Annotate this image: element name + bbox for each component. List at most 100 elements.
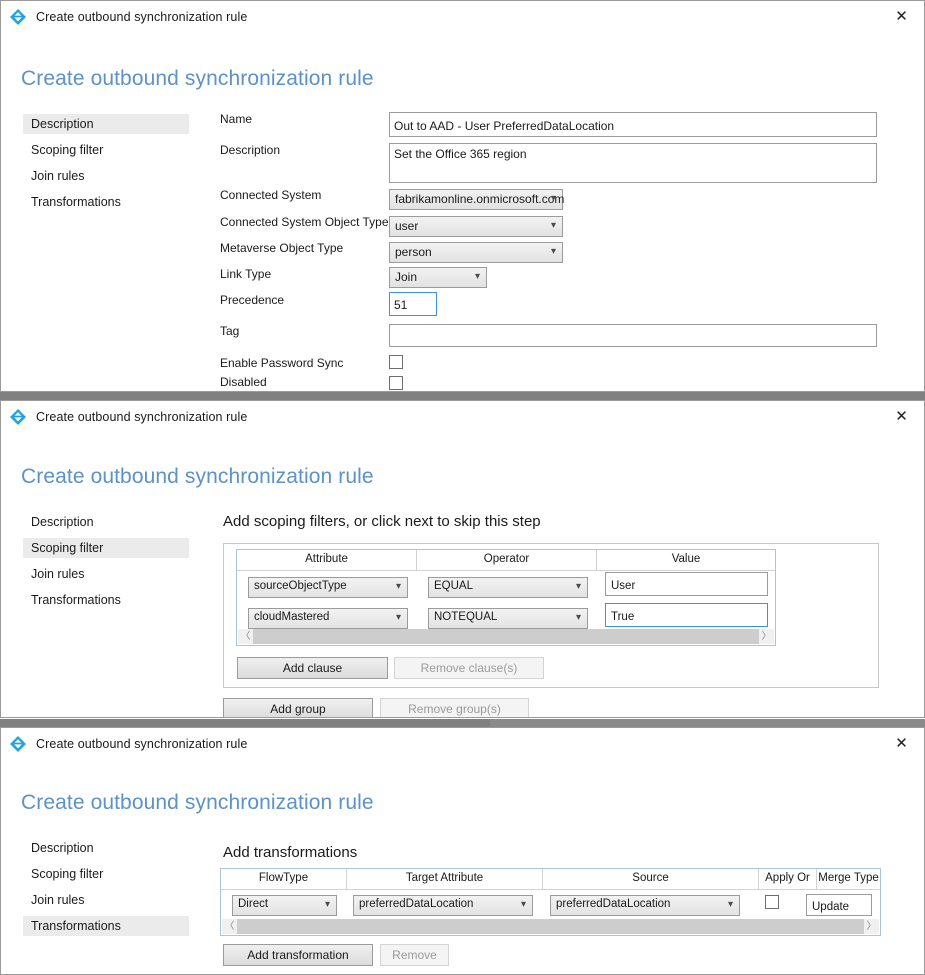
transformation-grid-hscrollbar[interactable]: 〈 〉 [222,919,879,934]
scoping-filter-heading: Add scoping filters, or click next to sk… [223,513,541,530]
tag-input[interactable] [389,324,877,347]
column-header-attribute: Attribute [237,550,417,570]
metaverse-object-type-select[interactable]: person ▾ [389,242,563,263]
label-disabled: Disabled [220,375,267,389]
remove-transformation-button[interactable]: Remove [380,944,449,966]
chevron-down-icon: ▾ [325,899,330,910]
scrollbar-thumb[interactable] [253,629,759,644]
scroll-left-icon[interactable]: 〈 [222,919,237,934]
description-textarea[interactable]: Set the Office 365 region [389,143,877,183]
target-attribute-value: preferredDataLocation [359,898,473,910]
clause-operator-select-1[interactable]: EQUAL ▾ [428,577,588,598]
add-group-button[interactable]: Add group [223,698,373,718]
connected-system-select[interactable]: fabrikamonline.onmicrosoft.com ▾ [389,189,563,210]
source-select[interactable]: preferredDataLocation ▾ [550,895,740,916]
window-separator-2-right [490,719,925,727]
window-transformations: Create outbound synchronization rule ✕ C… [0,727,925,975]
close-button[interactable]: ✕ [879,728,924,758]
clause-attribute-value-1: sourceObjectType [254,580,347,592]
connected-system-object-type-value: user [395,219,418,233]
label-name: Name [220,112,252,126]
sidebar-item-transformations[interactable]: Transformations [23,916,189,936]
sidebar-item-join-rules[interactable]: Join rules [23,890,189,910]
sidebar-item-description[interactable]: Description [23,838,189,858]
sidebar-item-scoping-filter[interactable]: Scoping filter [23,140,189,160]
add-group-label: Add group [270,702,325,716]
flowtype-select[interactable]: Direct ▾ [232,895,337,916]
enable-password-sync-checkbox[interactable] [389,355,403,369]
precedence-input[interactable] [389,292,437,316]
merge-type-input[interactable] [806,894,872,916]
sidebar-item-join-rules[interactable]: Join rules [23,564,189,584]
add-clause-button[interactable]: Add clause [237,657,388,679]
name-input[interactable] [389,112,877,137]
window-separator-1 [0,392,925,400]
label-tag: Tag [220,324,239,338]
label-precedence: Precedence [220,293,284,307]
close-button[interactable]: ✕ [879,401,924,431]
scoping-grid-header: Attribute Operator Value [237,550,775,571]
source-value: preferredDataLocation [556,898,670,910]
window-title: Create outbound synchronization rule [36,10,247,24]
scroll-left-icon[interactable]: 〈 [238,629,253,644]
clause-value-input-1[interactable] [605,572,768,596]
chevron-down-icon: ▾ [551,193,556,205]
window-title: Create outbound synchronization rule [36,737,247,751]
sidebar-item-scoping-filter[interactable]: Scoping filter [23,538,189,558]
transformations-heading: Add transformations [223,844,357,861]
titlebar-scoping-filter: Create outbound synchronization rule ✕ [1,401,924,433]
window-scoping-filter: Create outbound synchronization rule ✕ C… [0,400,925,718]
column-header-operator: Operator [417,550,597,570]
connected-system-value: fabrikamonline.onmicrosoft.com [395,192,564,206]
scroll-right-icon[interactable]: 〉 [759,629,774,644]
remove-group-button[interactable]: Remove group(s) [380,698,529,718]
close-button[interactable]: ✕ [879,1,924,31]
clause-operator-select-2[interactable]: NOTEQUAL ▾ [428,608,588,629]
page-title: Create outbound synchronization rule [21,67,374,91]
clause-attribute-value-2: cloudMastered [254,611,329,623]
clause-attribute-select-2[interactable]: cloudMastered ▾ [248,608,408,629]
add-transformation-button[interactable]: Add transformation [223,944,373,966]
sidebar-item-transformations[interactable]: Transformations [23,590,189,610]
chevron-down-icon: ▾ [728,899,733,910]
apply-or-checkbox[interactable] [765,895,779,909]
scoping-clause-grid: Attribute Operator Value sourceObjectTyp… [236,549,776,646]
titlebar-description: Create outbound synchronization rule ✕ [1,1,924,33]
scoping-grid-hscrollbar[interactable]: 〈 〉 [238,629,774,644]
chevron-down-icon: ▾ [551,220,556,232]
sidebar-item-description[interactable]: Description [23,114,189,134]
link-type-select[interactable]: Join ▾ [389,267,487,288]
chevron-down-icon: ▾ [576,612,581,623]
scrollbar-thumb[interactable] [237,919,864,934]
page-title: Create outbound synchronization rule [21,465,374,489]
sidebar-item-scoping-filter[interactable]: Scoping filter [23,864,189,884]
remove-clause-button[interactable]: Remove clause(s) [394,657,544,679]
wizard-nav: Description Scoping filter Join rules Tr… [23,512,189,616]
metaverse-object-type-value: person [395,245,432,259]
label-description: Description [220,143,280,157]
transformation-grid: FlowType Target Attribute Source Apply O… [220,868,881,936]
window-title: Create outbound synchronization rule [36,410,247,424]
chevron-down-icon: ▾ [396,612,401,623]
target-attribute-select[interactable]: preferredDataLocation ▾ [353,895,533,916]
clause-value-input-2[interactable] [605,603,768,627]
column-header-value: Value [597,550,775,570]
disabled-checkbox[interactable] [389,376,403,390]
screenshot-root: Create outbound synchronization rule ✕ C… [0,0,925,975]
scroll-right-icon[interactable]: 〉 [864,919,879,934]
chevron-down-icon: ▾ [576,581,581,592]
chevron-down-icon: ▾ [521,899,526,910]
clause-operator-value-1: EQUAL [434,580,473,592]
sidebar-item-transformations[interactable]: Transformations [23,192,189,212]
sidebar-item-join-rules[interactable]: Join rules [23,166,189,186]
connected-system-object-type-select[interactable]: user ▾ [389,216,563,237]
azure-ad-connect-diamond-icon [9,735,27,753]
clause-attribute-select-1[interactable]: sourceObjectType ▾ [248,577,408,598]
clause-operator-value-2: NOTEQUAL [434,611,497,623]
window-description: Create outbound synchronization rule ✕ C… [0,0,925,392]
column-header-source: Source [543,869,759,889]
azure-ad-connect-diamond-icon [9,408,27,426]
window-separator-2 [0,719,925,727]
chevron-down-icon: ▾ [551,246,556,258]
sidebar-item-description[interactable]: Description [23,512,189,532]
